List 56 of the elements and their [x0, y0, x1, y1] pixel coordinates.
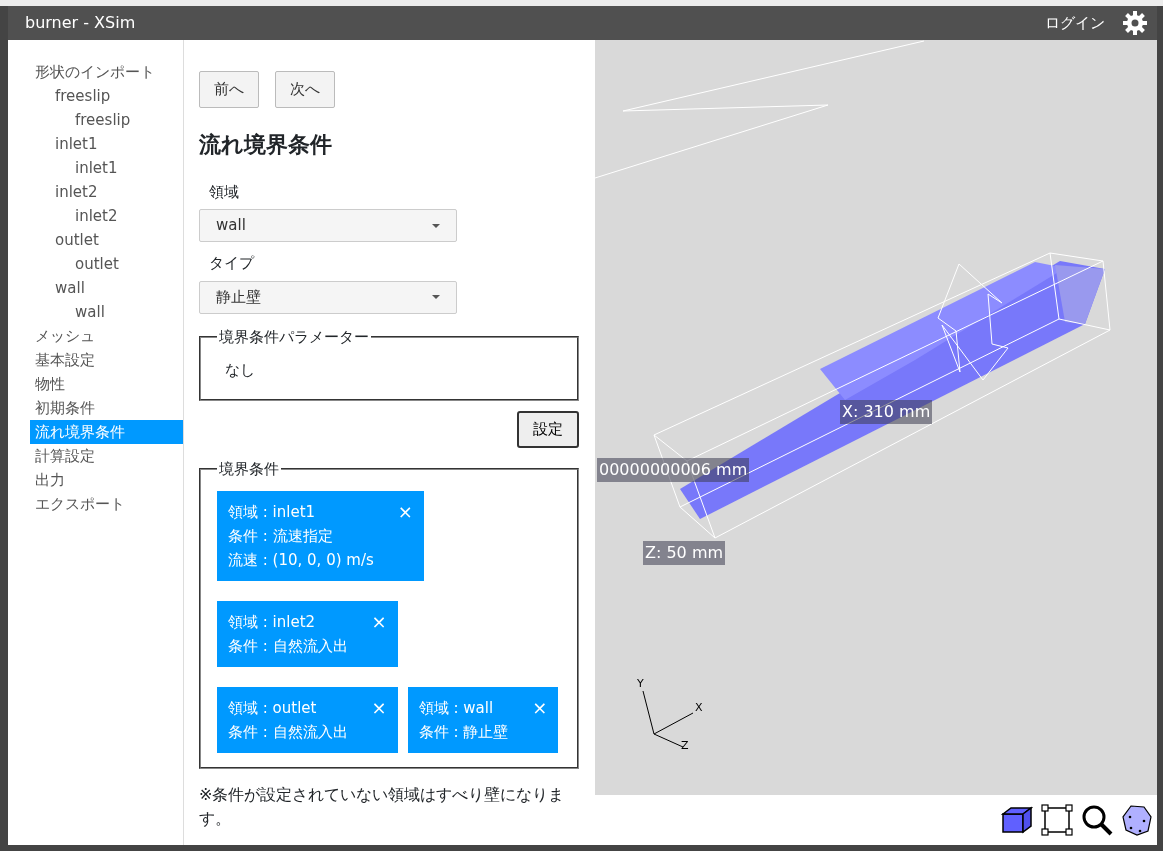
section-heading: 流れ境界条件	[199, 130, 333, 159]
field-label: 領域	[209, 181, 240, 203]
sidebar-item[interactable]: inlet2	[30, 180, 183, 204]
panel-legend: 境界条件	[217, 461, 281, 477]
dimension-label: 00000000006 mm	[597, 458, 750, 482]
bounding-box-icon[interactable]	[1041, 804, 1073, 836]
polyhedron-icon[interactable]	[1121, 804, 1153, 836]
condition-text: 条件 : 静止壁	[418, 721, 509, 743]
dimension-label: X: 310 mm	[840, 400, 933, 424]
condition-text: 領域 : wall	[418, 697, 495, 719]
3d-viewport[interactable]: Y X Z X: 310 mm 00000000006 mm Z: 50 mm	[595, 40, 1157, 795]
window-title: burner - XSim	[25, 12, 136, 34]
dropdown-field[interactable]: 静止壁	[199, 280, 457, 314]
sidebar-item[interactable]: 初期条件	[30, 396, 183, 420]
sidebar-item[interactable]: outlet	[30, 228, 183, 252]
settings-icon[interactable]	[1123, 11, 1147, 35]
axis-gizmo-drawing	[642, 690, 694, 748]
sidebar-item[interactable]: 物性	[30, 372, 183, 396]
sidebar-item[interactable]: wall	[30, 276, 183, 300]
axis-label: Y	[637, 677, 644, 690]
set-button[interactable]: 設定	[517, 411, 579, 448]
sidebar-item[interactable]: メッシュ	[30, 324, 183, 348]
sidebar-item[interactable]: freeslip	[30, 108, 183, 132]
sidebar-item[interactable]: 出力	[30, 468, 183, 492]
condition-text: 流速 : (10, 0, 0) m/s	[228, 549, 374, 571]
condition-text: 領域 : inlet1	[228, 501, 317, 523]
parameter-text: なし	[225, 359, 256, 381]
sidebar-item[interactable]: inlet1	[30, 156, 183, 180]
sidebar-item[interactable]: inlet1	[30, 132, 183, 156]
condition-text: 領域 : outlet	[228, 697, 318, 719]
search-icon[interactable]	[1081, 804, 1113, 836]
sidebar-item[interactable]: outlet	[30, 252, 183, 276]
condition-text: 条件 : 流速指定	[228, 525, 334, 547]
sidebar-item[interactable]: freeslip	[30, 84, 183, 108]
dropdown-field[interactable]: wall	[199, 209, 457, 242]
note-text: ※条件が設定されていない領域はすべり壁になります。	[199, 783, 566, 830]
caret-icon	[432, 295, 440, 299]
panel-legend: 境界条件パラメーター	[217, 329, 371, 345]
caret-icon	[432, 223, 440, 228]
axis-label: Z	[681, 739, 689, 752]
next-button[interactable]: 次へ	[275, 71, 335, 108]
dimension-label: Z: 50 mm	[643, 541, 726, 565]
condition-text: 条件 : 自然流入出	[228, 635, 348, 657]
sidebar-item[interactable]: inlet2	[30, 204, 183, 228]
field-label: タイプ	[209, 253, 256, 274]
condition-text: 条件 : 自然流入出	[228, 721, 348, 743]
login-link[interactable]: ログイン	[1045, 11, 1105, 35]
sidebar-item[interactable]: 基本設定	[30, 348, 183, 372]
sidebar-item[interactable]: 計算設定	[30, 444, 183, 468]
sidebar-item[interactable]: wall	[30, 300, 183, 324]
axis-label: X	[695, 701, 703, 714]
previous-button[interactable]: 前へ	[199, 71, 259, 108]
sidebar-item[interactable]: エクスポート	[30, 492, 183, 516]
condition-text: 領域 : inlet2	[228, 611, 317, 633]
sidebar-item[interactable]: 形状のインポート	[30, 60, 183, 84]
cube-icon[interactable]	[1001, 806, 1033, 834]
